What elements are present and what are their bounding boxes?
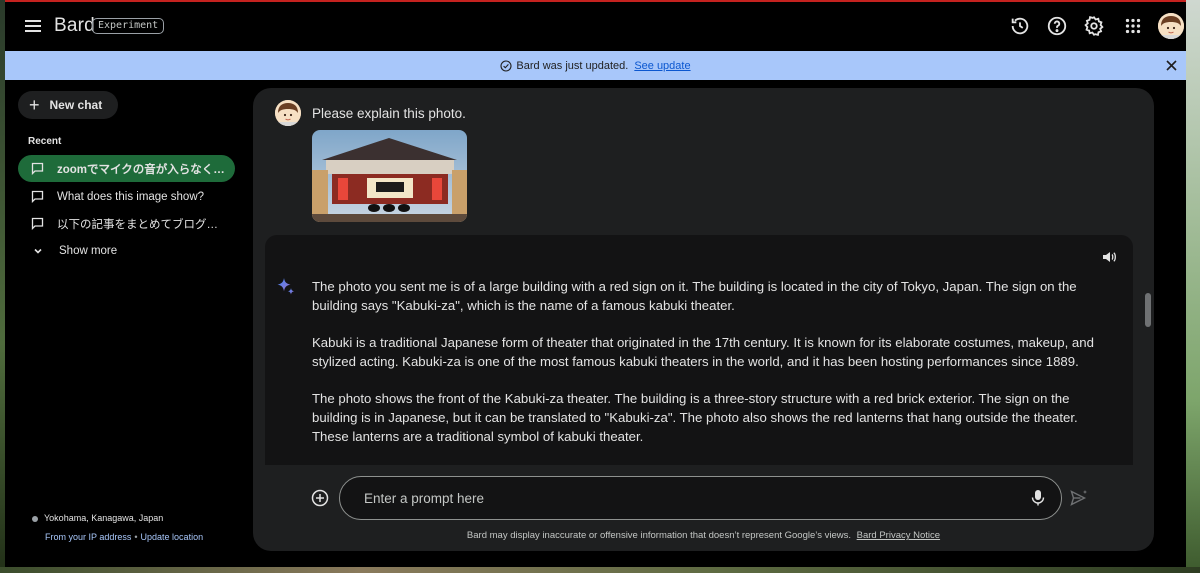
speaker-icon[interactable] — [1101, 249, 1117, 265]
user-prompt: Please explain this photo. — [312, 106, 466, 121]
prompt-input[interactable] — [339, 476, 1062, 520]
disclaimer-text: Bard may display inaccurate or offensive… — [466, 530, 851, 541]
scrollbar-thumb[interactable] — [1145, 293, 1151, 327]
plus-icon: + — [29, 95, 40, 115]
desktop-background-bottom — [0, 567, 1200, 573]
uploaded-photo[interactable] — [312, 130, 467, 222]
account-avatar[interactable] — [1158, 13, 1184, 39]
response-text: The photo you sent me is of a large buil… — [312, 277, 1102, 464]
help-icon[interactable] — [1046, 15, 1068, 37]
brand-name[interactable]: Bard — [54, 15, 95, 37]
bard-app: Bard Experiment Bard was just updated. S… — [5, 2, 1186, 567]
privacy-notice-link[interactable]: Bard Privacy Notice — [857, 530, 940, 541]
chat-bubble-icon — [31, 190, 44, 203]
banner-text: Bard was just updated. — [516, 59, 629, 72]
gear-icon[interactable] — [1083, 15, 1105, 37]
show-more-label: Show more — [59, 245, 118, 257]
bard-sparkle-icon — [277, 278, 295, 295]
add-image-icon[interactable] — [311, 489, 329, 507]
update-location-link[interactable]: Update location — [141, 532, 204, 542]
prompt-bar — [253, 476, 1154, 520]
update-banner: Bard was just updated. See update — [5, 51, 1186, 80]
ip-address-link[interactable]: From your IP address — [45, 532, 131, 542]
top-bar: Bard Experiment — [5, 2, 1186, 51]
apps-icon[interactable] — [1122, 15, 1144, 37]
recent-chat-item[interactable]: zoomでマイクの音が入らなくな... — [18, 155, 235, 182]
new-chat-label: New chat — [49, 98, 103, 112]
check-circle-icon — [500, 59, 512, 72]
conversation-panel: Please explain this photo. The photo you… — [253, 88, 1154, 551]
microphone-icon[interactable] — [1030, 489, 1046, 507]
location-dot-icon — [32, 515, 38, 522]
recent-chat-label: zoomでマイクの音が入らなくな... — [57, 163, 227, 176]
recent-chat-label: 以下の記事をまとめてブログの... — [57, 218, 227, 231]
user-avatar — [275, 100, 301, 126]
response-paragraph: The photo you sent me is of a large buil… — [312, 279, 1077, 313]
chevron-down-icon — [34, 248, 42, 254]
location-info: Yokohama, Kanagawa, Japan — [32, 513, 163, 523]
experiment-badge: Experiment — [92, 18, 165, 34]
send-icon[interactable] — [1070, 489, 1089, 507]
see-update-link[interactable]: See update — [634, 60, 690, 72]
bard-response-card: The photo you sent me is of a large buil… — [265, 235, 1133, 465]
show-more-button[interactable]: Show more — [32, 245, 117, 257]
recent-chat-item[interactable]: 以下の記事をまとめてブログの... — [18, 210, 235, 237]
chat-bubble-icon — [31, 162, 44, 175]
recent-heading: Recent — [28, 136, 62, 147]
chat-bubble-icon — [31, 217, 44, 230]
response-paragraph: Kabuki is a traditional Japanese form of… — [312, 335, 1094, 369]
desktop-background-right — [1186, 0, 1200, 573]
separator-dot: • — [134, 532, 138, 542]
history-icon[interactable] — [1009, 15, 1031, 37]
location-text: Yokohama, Kanagawa, Japan — [44, 513, 164, 523]
close-icon[interactable] — [1165, 59, 1178, 72]
location-links: From your IP address • Update location — [45, 532, 203, 542]
response-paragraph: The photo shows the front of the Kabuki-… — [312, 391, 1078, 444]
disclaimer: Bard may display inaccurate or offensive… — [253, 530, 1154, 541]
recent-chat-item[interactable]: What does this image show? — [18, 183, 235, 210]
recent-chat-label: What does this image show? — [57, 190, 205, 203]
new-chat-button[interactable]: + New chat — [18, 91, 118, 119]
menu-icon[interactable] — [23, 16, 43, 36]
